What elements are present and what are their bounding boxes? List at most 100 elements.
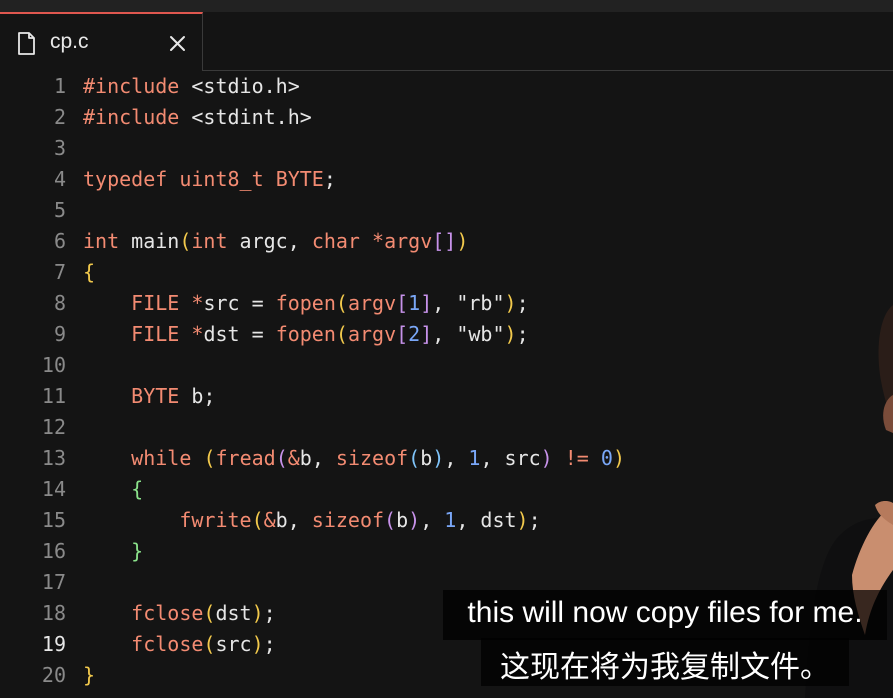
code-token: b (420, 446, 433, 470)
code-line[interactable]: 4 typedef uint8_t BYTE; (0, 164, 893, 195)
code-line[interactable]: 13 while (fread(&b, sizeof(b), 1, src) !… (0, 443, 893, 474)
code-token: ] (420, 291, 433, 315)
code-token: int (191, 229, 228, 253)
code-token: ( (335, 322, 348, 346)
line-number: 1 (53, 74, 66, 98)
code-text: fclose(dst); (83, 598, 276, 629)
code-token: ( (179, 229, 192, 253)
code-text: { (83, 474, 143, 505)
code-line[interactable]: 8 FILE *src = fopen(argv[1], "rb"); (0, 288, 893, 319)
code-token: fopen (275, 291, 336, 315)
code-token: FILE (131, 322, 180, 346)
code-line[interactable]: 6 int main(int argc, char *argv[]) (0, 226, 893, 257)
code-token: fclose (131, 632, 204, 656)
code-token: char (311, 229, 360, 253)
line-number: 2 (53, 105, 66, 129)
code-line[interactable]: 14 { (0, 474, 893, 505)
code-token: argv (384, 229, 433, 253)
line-number: 6 (53, 229, 66, 253)
code-token: ) (516, 508, 529, 532)
code-text: int main(int argc, char *argv[]) (83, 226, 468, 257)
code-line[interactable]: 9 FILE *dst = fopen(argv[2], "wb"); (0, 319, 893, 350)
code-token: b; (179, 384, 216, 408)
code-line[interactable]: 15 fwrite(&b, sizeof(b), 1, dst); (0, 505, 893, 536)
code-token: BYTE (131, 384, 180, 408)
code-line[interactable]: 12 (0, 412, 893, 443)
code-token: { (83, 260, 96, 284)
line-number: 10 (41, 353, 66, 377)
code-line[interactable]: 7{ (0, 257, 893, 288)
tab-bar: cp.c (0, 12, 893, 71)
code-token: BYTE (275, 167, 324, 191)
code-token: ) (504, 322, 517, 346)
code-token: dst = (203, 322, 276, 346)
code-token: , "wb" (432, 322, 505, 346)
line-number: 14 (41, 477, 66, 501)
code-text: #include <stdint.h> (83, 102, 312, 133)
code-token: ) (540, 446, 553, 470)
code-token: dst (215, 601, 252, 625)
code-token: ; (516, 322, 529, 346)
code-token: ; (323, 167, 336, 191)
tab-cp-c[interactable]: cp.c (0, 12, 203, 71)
code-token: ; (263, 601, 276, 625)
close-icon[interactable] (168, 34, 187, 53)
code-token: ( (335, 291, 348, 315)
code-token: <stdint.h> (179, 105, 312, 129)
code-token: ; (263, 632, 276, 656)
code-text: typedef uint8_t BYTE; (83, 164, 336, 195)
code-token: ( (408, 446, 421, 470)
file-icon (18, 32, 35, 55)
code-token: uint8_t (179, 167, 264, 191)
code-line[interactable]: 11 BYTE b; (0, 381, 893, 412)
code-text: FILE *dst = fopen(argv[2], "wb"); (83, 319, 529, 350)
code-token: int (83, 229, 120, 253)
code-token: , src (480, 446, 541, 470)
caption-english: this will now copy files for me. (467, 596, 863, 629)
code-line[interactable]: 3 (0, 133, 893, 164)
line-number: 4 (53, 167, 66, 191)
code-token: * (191, 291, 204, 315)
code-token: 0 (600, 446, 613, 470)
code-line[interactable]: 1 #include <stdio.h> (0, 71, 893, 102)
code-text: } (83, 660, 95, 691)
code-token: while (131, 446, 192, 470)
line-number: 13 (41, 446, 66, 470)
code-token: ( (251, 508, 264, 532)
code-token: ( (203, 632, 216, 656)
code-token: } (83, 663, 96, 687)
code-line[interactable]: 5 (0, 195, 893, 226)
code-token: [ (396, 291, 409, 315)
code-token: sizeof (311, 508, 385, 532)
code-token: typedef (83, 167, 168, 191)
code-token: ) (408, 508, 421, 532)
code-token: & (263, 508, 276, 532)
line-number: 3 (53, 136, 66, 160)
code-line[interactable]: 10 (0, 350, 893, 381)
code-token: ) (251, 632, 264, 656)
code-text: { (83, 257, 95, 288)
code-token: sizeof (335, 446, 409, 470)
code-token: ) (251, 601, 264, 625)
code-line[interactable]: 16 } (0, 536, 893, 567)
code-token: <stdio.h> (179, 74, 300, 98)
code-token: } (131, 539, 144, 563)
code-token: 2 (408, 322, 421, 346)
code-token: 1 (444, 508, 457, 532)
code-token: b, (275, 508, 312, 532)
subtitle-caption: this will now copy files for me. 这现在将为我复… (443, 590, 893, 688)
code-line[interactable]: 2 #include <stdint.h> (0, 102, 893, 133)
code-token: , (444, 446, 469, 470)
code-token: [] (432, 229, 457, 253)
